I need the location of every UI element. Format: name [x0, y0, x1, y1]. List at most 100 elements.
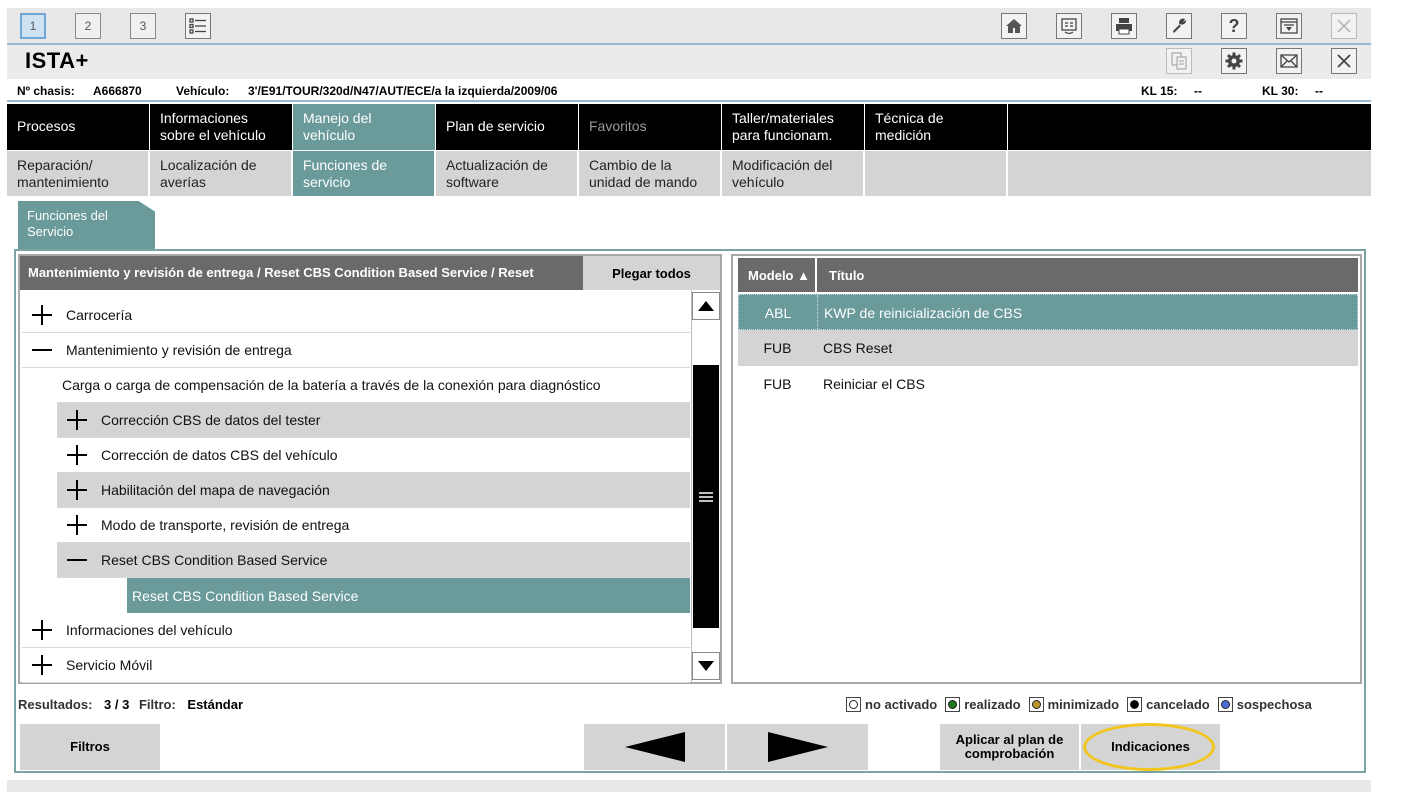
scroll-up-button[interactable]	[692, 292, 720, 320]
subnav-tab-reparacion[interactable]: Reparación/ mantenimiento	[7, 151, 150, 196]
vehicle-label: Vehículo:	[176, 84, 230, 98]
nav-tab-taller[interactable]: Taller/materiales para funcionam.	[722, 104, 865, 150]
window-tab-2[interactable]: 2	[75, 13, 101, 39]
tree-row[interactable]: Corrección CBS de datos del tester	[57, 403, 690, 438]
app-bar: ISTA+	[7, 45, 1371, 79]
tree-row-label: Reset CBS Condition Based Service	[132, 587, 359, 604]
legend-label: minimizado	[1047, 697, 1120, 712]
scroll-down-button[interactable]	[692, 652, 720, 680]
nav-tab-manejo[interactable]: Manejo del vehículo	[293, 104, 436, 150]
legend-swatch	[945, 697, 961, 712]
result-row[interactable]: ABL KWP de reinicialización de CBS	[738, 294, 1358, 331]
legend-swatch	[846, 697, 861, 712]
wrench-icon[interactable]	[1166, 13, 1192, 39]
result-model: FUB	[763, 376, 792, 392]
result-row[interactable]: FUB CBS Reset	[738, 330, 1358, 366]
document-icon[interactable]	[1166, 48, 1192, 74]
home-icon[interactable]	[1001, 13, 1027, 39]
column-header-title[interactable]: Título	[819, 258, 864, 292]
expand-plus-icon[interactable]	[65, 443, 89, 467]
expand-plus-icon[interactable]	[30, 653, 54, 677]
nav-tab-plan-servicio[interactable]: Plan de servicio	[436, 104, 579, 150]
tree-panel: Mantenimiento y revisión de entrega / Re…	[18, 254, 722, 684]
tree-row[interactable]: Informaciones del vehículo	[22, 613, 690, 648]
expand-plus-icon[interactable]	[65, 478, 89, 502]
indications-button[interactable]: Indicaciones	[1081, 724, 1220, 770]
tree-row[interactable]: Reset CBS Condition Based Service	[57, 543, 690, 578]
list-icon[interactable]	[185, 13, 211, 39]
vehicle-info-bar: Nº chasis: A666870 Vehículo: 3'/E91/TOUR…	[7, 80, 1371, 102]
tree-row[interactable]: Habilitación del mapa de navegación	[57, 473, 690, 508]
legend-label: realizado	[964, 697, 1021, 712]
top-toolbar: 1 2 3 ?	[7, 8, 1371, 45]
nav-tab-favoritos[interactable]: Favoritos	[579, 104, 722, 150]
chassis-label: Nº chasis:	[17, 84, 75, 98]
results-label: Resultados:	[18, 697, 93, 712]
collapse-all-button[interactable]: Plegar todos	[583, 256, 720, 290]
nav-tab-informaciones[interactable]: Informaciones sobre el vehículo	[150, 104, 293, 150]
nav-tab-tecnica[interactable]: Técnica de medición	[865, 104, 1008, 150]
legend-swatch	[1028, 697, 1044, 712]
printer-icon[interactable]	[1111, 13, 1137, 39]
arrow-right-icon	[767, 732, 828, 762]
window-tab-3[interactable]: 3	[130, 13, 156, 39]
kl30-value: --	[1315, 84, 1323, 98]
collapse-minus-icon[interactable]	[65, 548, 89, 572]
help-icon[interactable]: ?	[1221, 13, 1247, 39]
tree-row-label: Carrocería	[66, 307, 133, 323]
tree-row[interactable]: Mantenimiento y revisión de entrega	[22, 333, 690, 368]
subnav-tab-cambio[interactable]: Cambio de la unidad de mando	[579, 151, 722, 196]
grip-icon	[699, 491, 713, 502]
status-dot-icon	[1031, 700, 1041, 709]
subnav-tab-modificacion[interactable]: Modificación del vehículo	[722, 151, 865, 196]
legend-label: sospechosa	[1236, 697, 1312, 712]
tree-row[interactable]: Carrocería	[22, 298, 690, 333]
filter-value: Estándar	[187, 697, 244, 712]
tree-row-label: Habilitación del mapa de navegación	[101, 482, 330, 498]
column-header-model[interactable]: Modelo ▲	[738, 258, 817, 292]
window-icon[interactable]	[1276, 13, 1302, 39]
tree-row-label: Carga o carga de compensación de la bate…	[62, 377, 601, 393]
tree-row[interactable]: Reset CBS Condition Based Service	[127, 578, 690, 613]
apply-to-plan-button[interactable]: Aplicar al plan de comprobación	[940, 724, 1079, 770]
kl15-value: --	[1194, 84, 1202, 98]
tree-row-label: Modo de transporte, revisión de entrega	[101, 517, 350, 533]
app-title: ISTA+	[25, 48, 89, 73]
subnav-tab-actualizacion[interactable]: Actualización de software	[436, 151, 579, 196]
scroll-thumb[interactable]	[693, 365, 719, 628]
tree-row[interactable]: Corrección de datos CBS del vehículo	[57, 438, 690, 473]
chassis-value: A666870	[93, 84, 142, 98]
filters-button[interactable]: Filtros	[20, 724, 160, 770]
close-icon[interactable]	[1331, 48, 1357, 74]
status-dot-icon	[948, 700, 958, 709]
subnav-tab-localizacion[interactable]: Localización de averías	[150, 151, 293, 196]
forward-button[interactable]	[727, 724, 868, 770]
vehicle-value: 3'/E91/TOUR/320d/N47/AUT/ECE/a la izquie…	[248, 84, 558, 98]
close-icon[interactable]	[1331, 13, 1357, 39]
gear-icon[interactable]	[1221, 48, 1247, 74]
back-button[interactable]	[584, 724, 725, 770]
bottom-toolbar	[7, 780, 1371, 792]
results-count: 3 / 3	[104, 697, 130, 712]
subnav-tab-funciones[interactable]: Funciones de servicio	[293, 151, 436, 196]
result-title: KWP de reinicialización de CBS	[824, 305, 1023, 321]
window-tab-1[interactable]: 1	[20, 13, 46, 39]
arrow-left-icon	[624, 732, 685, 762]
result-row[interactable]: FUB Reiniciar el CBS	[738, 366, 1358, 402]
expand-plus-icon[interactable]	[30, 303, 54, 327]
mail-icon[interactable]	[1276, 48, 1302, 74]
expand-plus-icon[interactable]	[65, 408, 89, 432]
results-header: Modelo ▲ Título	[738, 258, 1358, 292]
collapse-minus-icon[interactable]	[30, 338, 54, 362]
tab-funciones-del-servicio[interactable]: Funciones del Servicio	[18, 201, 155, 249]
expand-plus-icon[interactable]	[65, 513, 89, 537]
sub-nav: Reparación/ mantenimiento Localización d…	[7, 151, 1371, 196]
tree-row[interactable]: Carga o carga de compensación de la bate…	[57, 368, 690, 403]
nav-tab-procesos[interactable]: Procesos	[7, 104, 150, 150]
expand-plus-icon[interactable]	[30, 618, 54, 642]
legend-label: cancelado	[1146, 697, 1210, 712]
network-icon[interactable]	[1056, 13, 1082, 39]
tree-scrollbar[interactable]	[691, 290, 720, 682]
tree-row[interactable]: Modo de transporte, revisión de entrega	[57, 508, 690, 543]
tree-row[interactable]: Servicio Móvil	[22, 648, 690, 683]
